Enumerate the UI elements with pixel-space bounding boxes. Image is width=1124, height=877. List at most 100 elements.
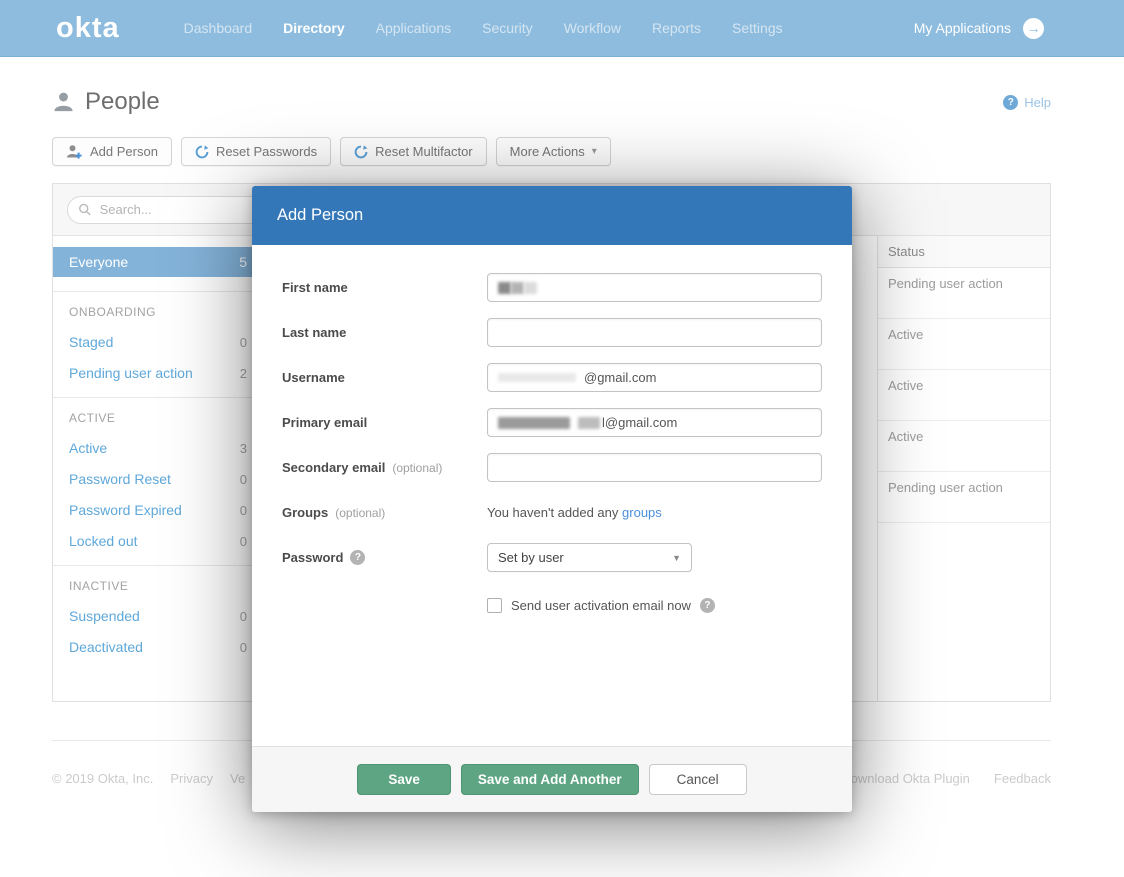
nav-item-settings[interactable]: Settings (732, 20, 783, 36)
activation-email-row: Send user activation email now ? (487, 598, 822, 613)
filter-count: 3 (240, 441, 247, 456)
help-question-icon[interactable]: ? (1003, 95, 1018, 110)
filter-count: 5 (239, 254, 247, 270)
secondary-email-label-text: Secondary email (282, 460, 385, 475)
filter-link[interactable]: Deactivated (69, 639, 143, 655)
filter-section-inactive: INACTIVE Suspended 0 Deactivated 0 (53, 565, 263, 671)
filter-active: Active 3 (69, 440, 247, 456)
redacted-text (498, 417, 570, 429)
filter-count: 0 (240, 335, 247, 350)
save-button[interactable]: Save (357, 764, 451, 795)
redacted-text (511, 282, 524, 294)
filter-label: Everyone (69, 254, 128, 270)
reset-passwords-button[interactable]: Reset Passwords (181, 137, 331, 166)
password-row: Password ? Set by user ▼ (282, 543, 822, 572)
groups-text: You haven't added any (487, 505, 618, 520)
privacy-link[interactable]: Privacy (170, 771, 213, 786)
my-applications-link[interactable]: My Applications (914, 20, 1011, 36)
reset-passwords-label: Reset Passwords (216, 144, 317, 159)
username-field[interactable]: @gmail.com (487, 363, 822, 392)
primary-email-field[interactable]: l@gmail.com (487, 408, 822, 437)
feedback-link[interactable]: Feedback (994, 771, 1051, 786)
table-row-status: Pending user action (878, 472, 1050, 523)
modal-title: Add Person (277, 206, 363, 225)
table-row-status: Active (878, 370, 1050, 421)
activation-help-icon[interactable]: ? (700, 598, 715, 613)
nav-item-workflow[interactable]: Workflow (564, 20, 621, 36)
section-header: ONBOARDING (69, 305, 247, 319)
more-actions-button[interactable]: More Actions ▾ (496, 137, 611, 166)
footer-right: ownload Okta Plugin Feedback (851, 771, 1051, 786)
person-icon (52, 91, 75, 114)
people-filters-sidebar: Everyone 5 ONBOARDING Staged 0 Pending u… (53, 236, 263, 671)
filter-link[interactable]: Active (69, 440, 107, 456)
redacted-text (578, 417, 600, 429)
filter-count: 0 (240, 472, 247, 487)
cancel-button[interactable]: Cancel (649, 764, 747, 795)
more-actions-label: More Actions (510, 144, 585, 159)
redacted-text (498, 373, 576, 382)
modal-footer: Save Save and Add Another Cancel (252, 746, 852, 812)
nav-item-directory[interactable]: Directory (283, 20, 344, 36)
groups-link[interactable]: groups (622, 505, 662, 520)
password-select[interactable]: Set by user ▼ (487, 543, 692, 572)
username-row: Username @gmail.com (282, 363, 822, 392)
footer-left: © 2019 Okta, Inc. Privacy Ve (52, 771, 245, 786)
reset-multifactor-button[interactable]: Reset Multifactor (340, 137, 487, 166)
nav-item-security[interactable]: Security (482, 20, 533, 36)
groups-empty-text: You haven't added any groups (487, 505, 662, 520)
filter-link[interactable]: Pending user action (69, 365, 193, 381)
nav-item-dashboard[interactable]: Dashboard (184, 20, 253, 36)
filter-count: 0 (240, 640, 247, 655)
page-title: People (85, 88, 160, 116)
filter-link[interactable]: Staged (69, 334, 113, 350)
filter-password-expired: Password Expired 0 (69, 502, 247, 518)
page-header: People ? Help (52, 88, 1051, 116)
add-person-modal: Add Person First name Last name Username (252, 186, 852, 812)
top-nav: okta Dashboard Directory Applications Se… (0, 0, 1124, 57)
username-label: Username (282, 370, 487, 385)
username-value: @gmail.com (584, 370, 656, 385)
table-row-status: Active (878, 319, 1050, 370)
password-select-value: Set by user (498, 550, 564, 565)
add-person-button[interactable]: Add Person (52, 137, 172, 166)
arrow-right-circle-icon[interactable]: → (1023, 18, 1044, 39)
status-column: Status Pending user action Active Active… (877, 236, 1050, 701)
version-link-partial[interactable]: Ve (230, 771, 245, 786)
filter-count: 0 (240, 534, 247, 549)
refresh-icon (354, 145, 368, 159)
nav-item-applications[interactable]: Applications (376, 20, 452, 36)
filter-count: 0 (240, 609, 247, 624)
primary-email-row: Primary email l@gmail.com (282, 408, 822, 437)
filter-section-onboarding: ONBOARDING Staged 0 Pending user action … (53, 291, 263, 397)
filter-link[interactable]: Suspended (69, 608, 140, 624)
filter-everyone[interactable]: Everyone 5 (53, 247, 263, 277)
modal-header: Add Person (252, 186, 852, 245)
first-name-field[interactable] (487, 273, 822, 302)
okta-logo[interactable]: okta (56, 14, 120, 43)
filter-locked-out: Locked out 0 (69, 533, 247, 549)
groups-label: Groups (optional) (282, 505, 487, 520)
status-column-header: Status (878, 236, 1050, 268)
activation-email-checkbox[interactable] (487, 598, 502, 613)
filter-staged: Staged 0 (69, 334, 247, 350)
password-help-icon[interactable]: ? (350, 550, 365, 565)
select-caret-icon: ▼ (672, 553, 681, 563)
add-person-label: Add Person (90, 144, 158, 159)
filter-link[interactable]: Password Reset (69, 471, 171, 487)
filter-link[interactable]: Password Expired (69, 502, 182, 518)
last-name-row: Last name (282, 318, 822, 347)
secondary-email-field[interactable] (487, 453, 822, 482)
nav-item-reports[interactable]: Reports (652, 20, 701, 36)
download-okta-plugin-link-partial[interactable]: ownload Okta Plugin (851, 771, 970, 786)
nav-right: My Applications → (914, 18, 1044, 39)
section-header: INACTIVE (69, 579, 247, 593)
help-link[interactable]: ? Help (1003, 95, 1051, 110)
filter-link[interactable]: Locked out (69, 533, 138, 549)
first-name-row: First name (282, 273, 822, 302)
save-and-add-another-button[interactable]: Save and Add Another (461, 764, 639, 795)
last-name-field[interactable] (487, 318, 822, 347)
main-nav: Dashboard Directory Applications Securit… (184, 20, 783, 36)
add-person-icon (66, 144, 83, 160)
redacted-text (524, 282, 537, 294)
